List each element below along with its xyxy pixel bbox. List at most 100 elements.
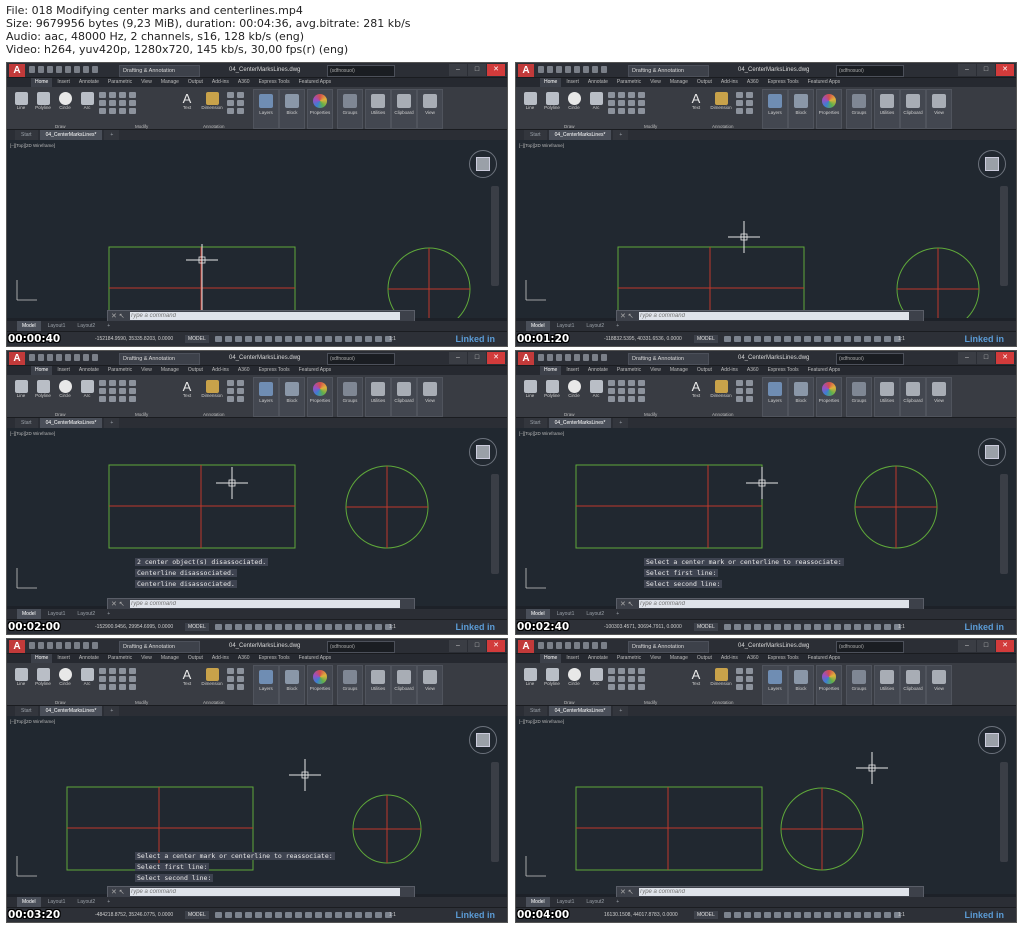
- quick-access-icon[interactable]: [565, 354, 571, 361]
- drawing-canvas[interactable]: [–][Top][2D Wireframe]: [516, 716, 1016, 894]
- close-button[interactable]: ✕: [996, 64, 1014, 76]
- status-toggle-icon[interactable]: [375, 336, 382, 342]
- document-tab[interactable]: 04_CenterMarksLines*: [39, 418, 103, 428]
- quick-access-icon[interactable]: [74, 642, 80, 649]
- circle-tool[interactable]: Circle: [55, 666, 75, 696]
- modify-tool-icon[interactable]: [119, 92, 126, 98]
- status-toggle-icon[interactable]: [804, 336, 811, 342]
- arc-tool[interactable]: Arc: [77, 90, 97, 120]
- modify-tool-icon[interactable]: [638, 108, 645, 114]
- status-toggle-icon[interactable]: [754, 624, 761, 630]
- autocad-logo-icon[interactable]: A: [9, 352, 25, 365]
- maximize-button[interactable]: □: [977, 64, 995, 76]
- polyline-tool[interactable]: Polyline: [33, 378, 53, 408]
- ribbon-tab[interactable]: Featured Apps: [295, 78, 336, 87]
- ribbon-tab[interactable]: Add-ins: [717, 654, 742, 663]
- status-toggle-icon[interactable]: [215, 624, 222, 630]
- modify-group-label[interactable]: Modify: [644, 412, 657, 417]
- groups-panel[interactable]: Groups: [337, 89, 363, 129]
- status-toggle-icon[interactable]: [265, 912, 272, 918]
- status-toggle-icon[interactable]: [864, 912, 871, 918]
- properties-panel[interactable]: Properties: [307, 377, 333, 417]
- drawing-canvas[interactable]: [–][Top][2D Wireframe]: [516, 140, 1016, 318]
- modify-tool-icon[interactable]: [109, 396, 116, 402]
- quick-access-icon[interactable]: [92, 642, 98, 649]
- ribbon-tab[interactable]: Output: [184, 654, 207, 663]
- ribbon-tab[interactable]: View: [646, 78, 665, 87]
- minimize-button[interactable]: –: [958, 64, 976, 76]
- annotation-scale[interactable]: 1:1: [389, 620, 396, 634]
- status-toggle-icon[interactable]: [225, 624, 232, 630]
- model-space-toggle[interactable]: MODEL: [185, 623, 209, 631]
- ribbon-tab[interactable]: Insert: [53, 654, 74, 663]
- modify-tool-icon[interactable]: [638, 388, 645, 394]
- layers-panel[interactable]: Layers: [762, 377, 788, 417]
- status-toggle-icon[interactable]: [864, 624, 871, 630]
- ribbon-tab[interactable]: Output: [693, 78, 716, 87]
- modify-tool-icon[interactable]: [99, 668, 106, 674]
- quick-access-icon[interactable]: [56, 66, 62, 73]
- arc-tool[interactable]: Arc: [586, 378, 606, 408]
- command-input[interactable]: [639, 312, 909, 320]
- annotation-tool-icon[interactable]: [237, 676, 244, 682]
- new-layout-button[interactable]: +: [611, 609, 624, 619]
- modify-tool-icon[interactable]: [628, 396, 635, 402]
- properties-panel[interactable]: Properties: [307, 89, 333, 129]
- modify-tool-icon[interactable]: [109, 668, 116, 674]
- model-space-toggle[interactable]: MODEL: [694, 335, 718, 343]
- command-input[interactable]: [130, 312, 400, 320]
- ribbon-tab[interactable]: Home: [540, 78, 562, 87]
- quick-access-icon[interactable]: [565, 66, 571, 73]
- status-toggle-icon[interactable]: [375, 912, 382, 918]
- modify-tool-icon[interactable]: [99, 396, 106, 402]
- dimension-tool[interactable]: Dimension: [708, 378, 734, 408]
- annotation-group-label[interactable]: Annotation: [712, 124, 734, 129]
- sign-in-field[interactable]: (sdfnosuoi): [327, 353, 395, 365]
- status-toggle-icon[interactable]: [305, 624, 312, 630]
- ribbon-tab[interactable]: Express Tools: [764, 654, 803, 663]
- quick-access-icon[interactable]: [47, 642, 53, 649]
- modify-tool-icon[interactable]: [129, 108, 136, 114]
- block-panel[interactable]: Block: [788, 665, 814, 705]
- ribbon-tab[interactable]: View: [137, 78, 156, 87]
- status-toggle-icon[interactable]: [854, 336, 861, 342]
- layout-tab[interactable]: Model: [17, 321, 41, 331]
- status-toggle-icon[interactable]: [774, 624, 781, 630]
- annotation-scale[interactable]: 1:1: [898, 332, 905, 346]
- status-toggle-icon[interactable]: [225, 912, 232, 918]
- status-toggle-icon[interactable]: [724, 912, 731, 918]
- layers-panel[interactable]: Layers: [762, 89, 788, 129]
- command-input[interactable]: [130, 600, 400, 608]
- status-toggle-icon[interactable]: [744, 912, 751, 918]
- quick-access-icon[interactable]: [583, 642, 589, 649]
- annotation-scale[interactable]: 1:1: [389, 908, 396, 922]
- polyline-tool[interactable]: Polyline: [542, 666, 562, 696]
- status-toggle-icon[interactable]: [255, 624, 262, 630]
- status-toggle-icon[interactable]: [724, 624, 731, 630]
- status-toggle-icon[interactable]: [784, 624, 791, 630]
- rectangle-shape[interactable]: [617, 246, 805, 318]
- modify-tool-icon[interactable]: [119, 668, 126, 674]
- ribbon-tab[interactable]: Add-ins: [717, 78, 742, 87]
- status-toggle-icon[interactable]: [275, 336, 282, 342]
- modify-tool-icon[interactable]: [608, 668, 615, 674]
- annotation-tool-icon[interactable]: [746, 92, 753, 98]
- line-tool[interactable]: Line: [520, 378, 540, 408]
- properties-panel[interactable]: Properties: [816, 665, 842, 705]
- quick-access-icon[interactable]: [556, 354, 562, 361]
- workspace-switcher[interactable]: Drafting & Annotation: [628, 641, 709, 653]
- status-toggle-icon[interactable]: [265, 624, 272, 630]
- ribbon-tab[interactable]: Output: [184, 78, 207, 87]
- status-toggle-icon[interactable]: [275, 624, 282, 630]
- annotation-tool-icon[interactable]: [736, 108, 743, 114]
- modify-tool-icon[interactable]: [119, 396, 126, 402]
- properties-panel[interactable]: Properties: [816, 89, 842, 129]
- dimension-tool[interactable]: Dimension: [199, 666, 225, 696]
- autocad-logo-icon[interactable]: A: [9, 64, 25, 77]
- modify-tool-icon[interactable]: [618, 100, 625, 106]
- ribbon-tab[interactable]: Express Tools: [255, 78, 294, 87]
- quick-access-icon[interactable]: [38, 642, 44, 649]
- modify-tool-icon[interactable]: [628, 108, 635, 114]
- ribbon-tab[interactable]: Home: [540, 366, 562, 375]
- status-toggle-icon[interactable]: [744, 624, 751, 630]
